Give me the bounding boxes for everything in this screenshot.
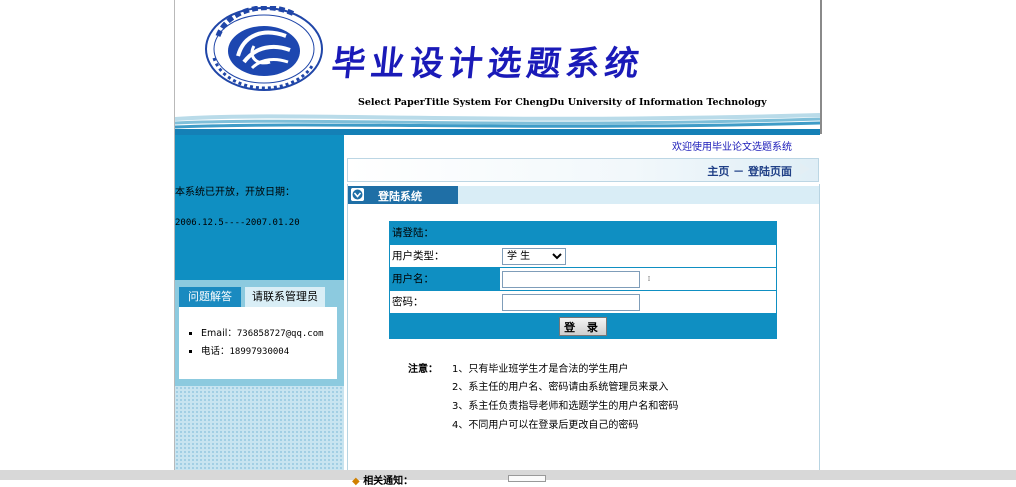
tab-contact-admin[interactable]: 请联系管理员 (245, 287, 325, 307)
note-item: 2、系主任的用户名、密码请由系统管理员来录入 (452, 382, 669, 393)
note-item: 4、不同用户可以在登录后更改自己的密码 (452, 420, 639, 431)
username-input[interactable] (502, 271, 640, 288)
bottom-scroll-tab[interactable] (508, 475, 546, 482)
frame-right-border (820, 0, 822, 134)
note-item: 3、系主任负责指导老师和选题学生的用户名和密码 (452, 401, 679, 412)
username-label: 用户名： (392, 273, 434, 285)
contact-phone-value: 18997930004 (229, 347, 290, 357)
usertype-label: 用户类型： (392, 250, 445, 262)
contact-email-value[interactable]: 736858727@qq.com (237, 329, 324, 339)
breadcrumb-arrow-icon (800, 163, 810, 175)
usertype-field-cell: 学 生 (500, 245, 776, 267)
password-field-cell (500, 291, 776, 313)
note-item: 1、只有毕业班学生才是合法的学生用户 (452, 364, 629, 375)
system-title: 毕业设计选题系统 (329, 44, 646, 84)
contact-email: Email：736858727@qq.com (201, 325, 324, 343)
open-notice-text: 本系统已开放，开放日期： (175, 187, 295, 198)
username-row: 用户名： (390, 268, 776, 290)
collapse-down-icon[interactable] (351, 188, 364, 201)
login-form: 请登陆： 用户类型： 学 生 用户名： 密码： 登 录 (389, 221, 777, 339)
contact-list: Email：736858727@qq.com 电话：18997930004 (179, 325, 324, 361)
contact-phone: 电话：18997930004 (201, 343, 324, 361)
login-prompt-row: 请登陆： (390, 222, 776, 244)
tab-faq[interactable]: 问题解答 (179, 287, 241, 307)
text-cursor-icon (648, 276, 650, 281)
sidebar-dotted-filler (175, 386, 344, 480)
login-button[interactable]: 登 录 (559, 317, 607, 336)
contact-panel: 问题解答 请联系管理员 Email：736858727@qq.com 电话：18… (175, 280, 344, 386)
system-subtitle: Select PaperTitle System For ChengDu Uni… (358, 97, 767, 108)
password-label: 密码： (392, 296, 424, 308)
password-input[interactable] (502, 294, 640, 311)
login-prompt: 请登陆： (392, 227, 434, 239)
contact-info-box: Email：736858727@qq.com 电话：18997930004 (179, 307, 337, 379)
open-period-panel: 本系统已开放，开放日期： 2006.12.5----2007.01.20 (175, 135, 344, 280)
header-wave-stripes (175, 113, 820, 135)
notes-label: 注意： (408, 364, 438, 375)
usertype-row: 用户类型： 学 生 (390, 245, 776, 267)
university-logo (205, 6, 323, 91)
username-field-cell (500, 268, 776, 290)
open-dates-text: 2006.12.5----2007.01.20 (175, 218, 300, 228)
section-badge: 登陆系统 (348, 186, 458, 204)
welcome-text: 欢迎使用毕业论文选题系统 (672, 142, 792, 153)
breadcrumb-bar: 主页 － 登陆页面 (347, 158, 819, 182)
section-header: 登陆系统 (348, 186, 819, 204)
password-row: 密码： (390, 291, 776, 313)
usertype-select[interactable]: 学 生 (502, 248, 566, 265)
breadcrumb: 主页 － 登陆页面 (707, 165, 792, 178)
section-title: 登陆系统 (378, 190, 422, 203)
notice-bullet-icon: ◆ (352, 476, 360, 487)
